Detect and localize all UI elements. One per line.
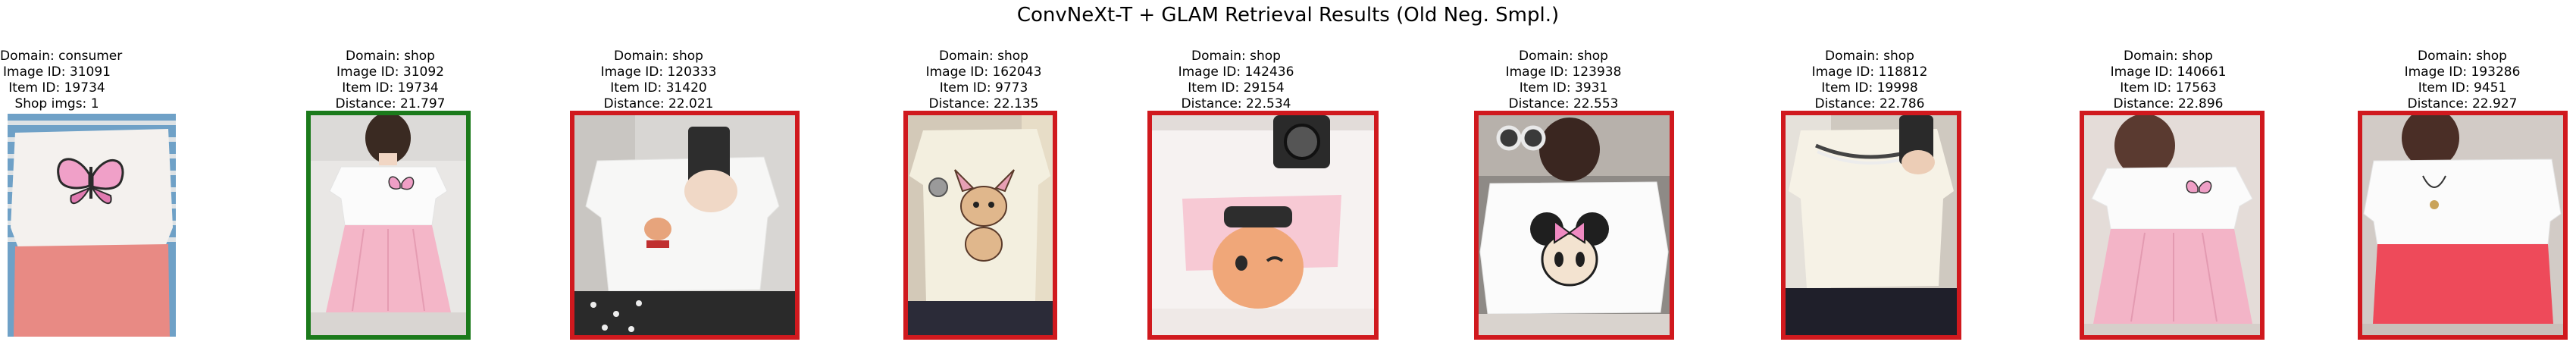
result-caption: Domain: shop Image ID: 123938 Item ID: 3… xyxy=(1499,49,1628,112)
result-image-mismatch xyxy=(1474,111,1674,340)
result-image-mismatch xyxy=(2358,111,2568,340)
result-image-mismatch xyxy=(1147,111,1379,340)
result-distance-label: Distance: 22.135 xyxy=(928,96,1039,111)
result-image-mismatch xyxy=(570,111,800,340)
result-image-id-label: Image ID: 193286 xyxy=(2404,64,2521,80)
result-caption: Domain: shop Image ID: 31092 Item ID: 19… xyxy=(330,49,451,112)
result-caption: Domain: shop Image ID: 162043 Item ID: 9… xyxy=(919,49,1048,112)
result-caption: Domain: shop Image ID: 118812 Item ID: 1… xyxy=(1805,49,1934,112)
result-caption: Domain: shop Image ID: 193286 Item ID: 9… xyxy=(2398,49,2527,112)
result-domain-label: Domain: shop xyxy=(1191,49,1281,64)
result-distance-label: Distance: 22.021 xyxy=(603,96,714,111)
result-domain-label: Domain: shop xyxy=(346,49,435,64)
result-image-id-label: Image ID: 120333 xyxy=(600,64,717,80)
result-item-id-label: Item ID: 31420 xyxy=(610,80,707,96)
result-domain-label: Domain: shop xyxy=(1825,49,1914,64)
result-image-id-label: Image ID: 142436 xyxy=(1178,64,1294,80)
result-item-id-label: Item ID: 3931 xyxy=(1519,80,1608,96)
result-image-id-label: Image ID: 31092 xyxy=(336,64,444,80)
result-item-id-label: Item ID: 29154 xyxy=(1188,80,1285,96)
result-image-mismatch xyxy=(1781,111,1961,340)
query-shop-imgs-label: Shop imgs: 1 xyxy=(14,96,99,111)
query-image-id-label: Image ID: 31091 xyxy=(3,64,111,80)
result-distance-label: Distance: 21.797 xyxy=(335,96,446,111)
result-item-id-label: Item ID: 9451 xyxy=(2418,80,2507,96)
result-distance-label: Distance: 22.553 xyxy=(1508,96,1619,111)
result-caption: Domain: shop Image ID: 142436 Item ID: 2… xyxy=(1172,49,1301,112)
result-domain-label: Domain: shop xyxy=(2418,49,2507,64)
result-item-id-label: Item ID: 19734 xyxy=(342,80,439,96)
result-item-id-label: Item ID: 17563 xyxy=(2120,80,2217,96)
result-distance-label: Distance: 22.896 xyxy=(2113,96,2224,111)
result-distance-label: Distance: 22.927 xyxy=(2407,96,2518,111)
result-image-id-label: Image ID: 140661 xyxy=(2110,64,2227,80)
result-distance-label: Distance: 22.534 xyxy=(1181,96,1291,111)
result-domain-label: Domain: shop xyxy=(614,49,703,64)
result-distance-label: Distance: 22.786 xyxy=(1814,96,1925,111)
result-image-mismatch xyxy=(2080,111,2265,340)
result-domain-label: Domain: shop xyxy=(1519,49,1608,64)
result-domain-label: Domain: shop xyxy=(2124,49,2213,64)
query-caption: Domain: consumer Image ID: 31091 Item ID… xyxy=(0,49,123,112)
result-image-id-label: Image ID: 118812 xyxy=(1811,64,1928,80)
query-domain-label: Domain: consumer xyxy=(0,49,123,64)
result-caption: Domain: shop Image ID: 140661 Item ID: 1… xyxy=(2104,49,2233,112)
result-image-match xyxy=(306,111,471,340)
result-item-id-label: Item ID: 19998 xyxy=(1821,80,1918,96)
result-domain-label: Domain: shop xyxy=(939,49,1028,64)
result-item-id-label: Item ID: 9773 xyxy=(939,80,1028,96)
result-image-id-label: Image ID: 123938 xyxy=(1505,64,1622,80)
result-image-id-label: Image ID: 162043 xyxy=(925,64,1042,80)
result-image-mismatch xyxy=(903,111,1057,340)
query-image xyxy=(8,114,176,337)
query-item-id-label: Item ID: 19734 xyxy=(8,80,105,96)
figure-title: ConvNeXt-T + GLAM Retrieval Results (Old… xyxy=(1016,4,1560,27)
result-caption: Domain: shop Image ID: 120333 Item ID: 3… xyxy=(594,49,723,112)
